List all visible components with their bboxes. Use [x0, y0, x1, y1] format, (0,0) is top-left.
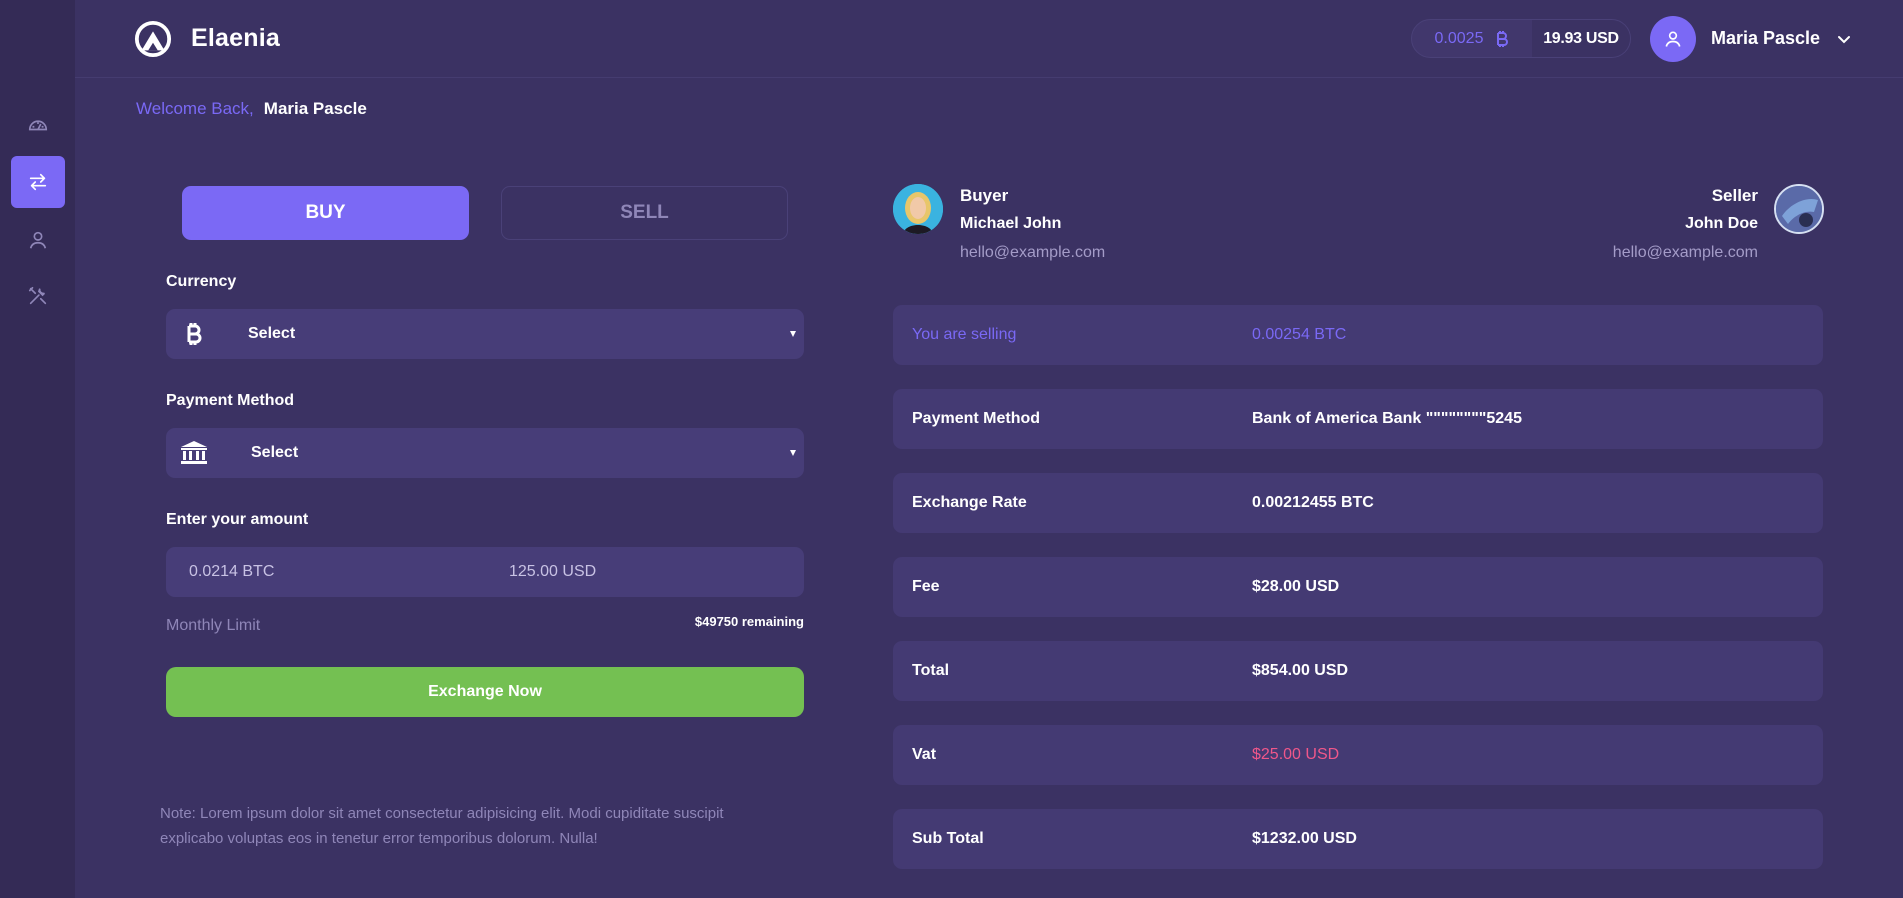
- summary-row-payment-method: Payment Method Bank of America Bank """"…: [893, 389, 1823, 449]
- seller-avatar: [1774, 184, 1824, 234]
- monthly-limit-value: $49750 remaining: [694, 614, 804, 629]
- user-icon: [1665, 31, 1681, 47]
- currency-label: Currency: [166, 273, 237, 290]
- dashboard-icon: [28, 120, 48, 131]
- payment-method-select[interactable]: Select: [166, 428, 804, 478]
- summary-value: $854.00 USD: [1252, 662, 1349, 679]
- balance-btc-value: 0.0025: [1434, 29, 1484, 47]
- bank-icon: [181, 441, 207, 464]
- summary-value: $25.00 USD: [1252, 746, 1340, 763]
- sidebar-item-exchange[interactable]: [11, 156, 65, 208]
- welcome-greeting: Welcome Back,: [136, 99, 254, 118]
- amount-btc-input[interactable]: 0.0214 BTC: [189, 563, 274, 581]
- buyer-email: hello@example.com: [960, 244, 1106, 261]
- welcome-message: Welcome Back, Maria Pascle: [136, 99, 367, 119]
- summary-row-selling: You are selling 0.00254 BTC: [893, 305, 1823, 365]
- top-bar: Elaenia 0.0025 19.93 USD Maria Pascle: [75, 0, 1903, 78]
- balance-btc: 0.0025: [1412, 20, 1532, 57]
- sidebar-item-profile[interactable]: [11, 214, 65, 266]
- sidebar-item-dashboard[interactable]: [11, 98, 65, 150]
- logo-icon: [134, 20, 172, 58]
- sidebar: [0, 0, 75, 898]
- app-name: Elaenia: [191, 24, 280, 52]
- user-icon: [29, 231, 47, 249]
- summary-key: Total: [912, 662, 950, 679]
- user-avatar[interactable]: [1650, 16, 1696, 62]
- sidebar-item-settings[interactable]: [11, 270, 65, 322]
- amount-usd-input[interactable]: 125.00 USD: [509, 563, 596, 581]
- chevron-down-icon[interactable]: [1836, 31, 1852, 47]
- summary-key: You are selling: [912, 326, 1017, 343]
- summary-key: Exchange Rate: [912, 494, 1027, 511]
- summary-row-total: Total $854.00 USD: [893, 641, 1823, 701]
- bitcoin-icon: [187, 323, 202, 345]
- summary-key: Sub Total: [912, 830, 984, 847]
- summary-value: Bank of America Bank """"""""5245: [1252, 410, 1522, 427]
- monthly-limit-label: Monthly Limit: [166, 617, 261, 634]
- payment-method-select-value: Select: [251, 444, 299, 461]
- summary-key: Vat: [912, 746, 937, 763]
- currency-select[interactable]: Select: [166, 309, 804, 359]
- tools-icon: [28, 286, 47, 305]
- summary-value: $28.00 USD: [1252, 578, 1340, 595]
- amount-label: Enter your amount: [166, 511, 309, 528]
- bitcoin-icon: [1497, 30, 1509, 47]
- summary-value: 0.00254 BTC: [1252, 326, 1347, 343]
- summary-value: $1232.00 USD: [1252, 830, 1357, 847]
- note-text: Note: Lorem ipsum dolor sit amet consect…: [160, 805, 724, 847]
- tab-sell[interactable]: SELL: [501, 186, 788, 240]
- currency-select-value: Select: [248, 325, 296, 342]
- buyer-avatar: [893, 184, 943, 234]
- summary-key: Payment Method: [912, 410, 1041, 427]
- tab-buy[interactable]: BUY: [182, 186, 469, 240]
- user-name[interactable]: Maria Pascle: [1711, 28, 1820, 49]
- caret-down-icon: [790, 450, 796, 456]
- summary-row-fee: Fee $28.00 USD: [893, 557, 1823, 617]
- summary-row-vat: Vat $25.00 USD: [893, 725, 1823, 785]
- summary-row-exchange-rate: Exchange Rate 0.00212455 BTC: [893, 473, 1823, 533]
- summary-value: 0.00212455 BTC: [1252, 494, 1374, 511]
- caret-down-icon: [790, 331, 796, 337]
- exchange-arrows-icon: [29, 173, 47, 191]
- balance-pill: 0.0025 19.93 USD: [1411, 19, 1631, 58]
- summary-row-subtotal: Sub Total $1232.00 USD: [893, 809, 1823, 869]
- summary-key: Fee: [912, 578, 940, 595]
- buyer-role: Buyer: [960, 186, 1009, 205]
- seller-name: John Doe: [1685, 215, 1758, 232]
- welcome-name: Maria Pascle: [263, 99, 367, 118]
- amount-input-group: 0.0214 BTC 125.00 USD: [166, 547, 804, 597]
- exchange-now-button[interactable]: Exchange Now: [166, 667, 804, 717]
- payment-method-label: Payment Method: [166, 392, 295, 409]
- buyer-name: Michael John: [960, 215, 1062, 232]
- seller-email: hello@example.com: [1612, 244, 1758, 261]
- balance-usd: 19.93 USD: [1532, 20, 1630, 57]
- seller-role: Seller: [1711, 186, 1758, 205]
